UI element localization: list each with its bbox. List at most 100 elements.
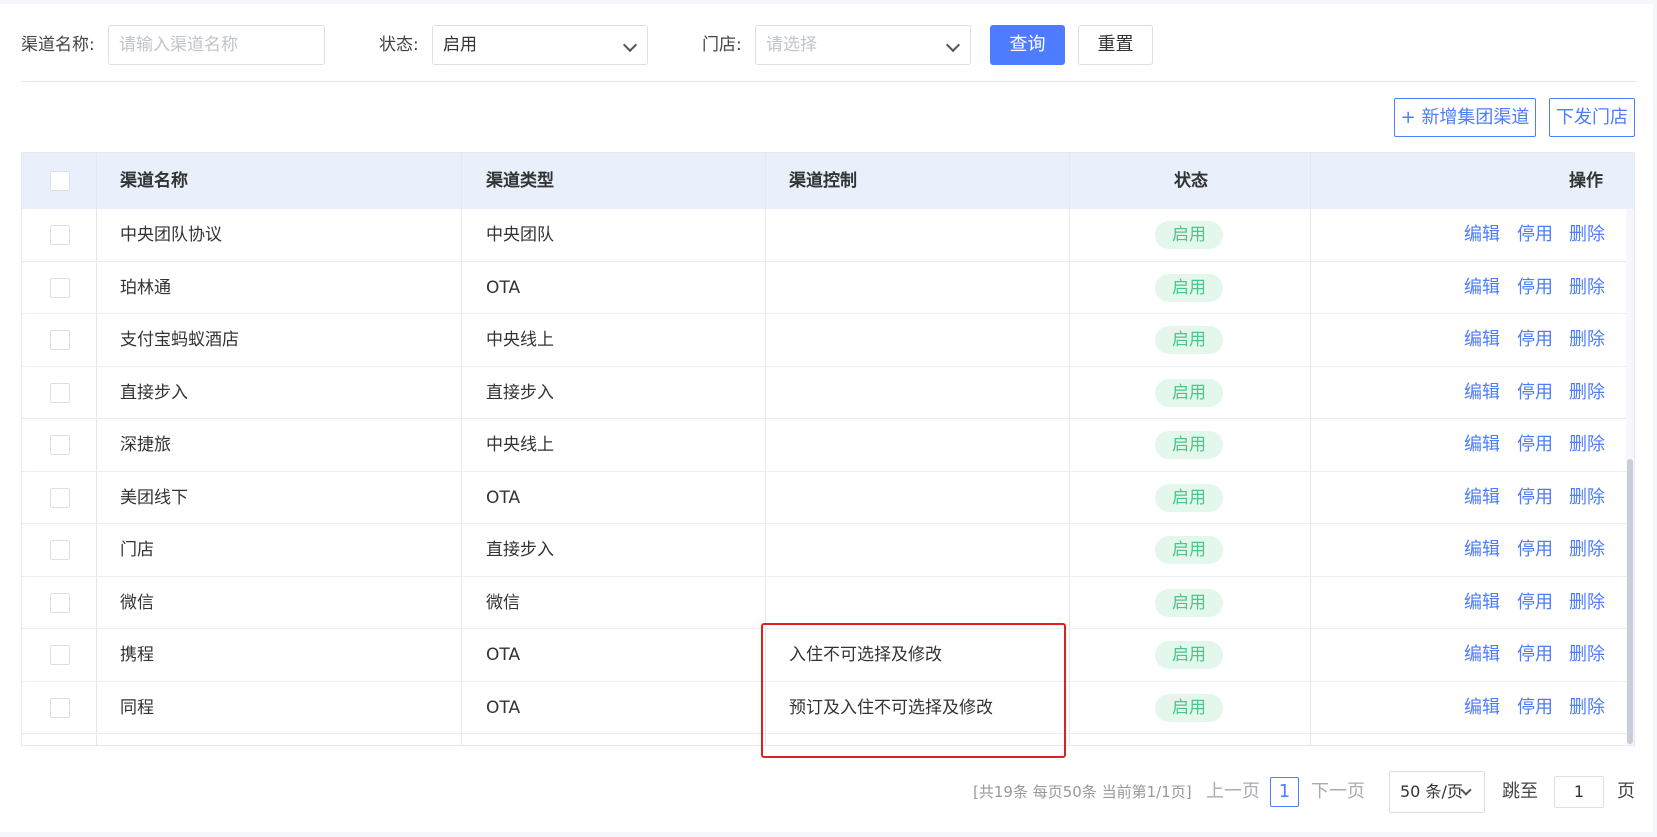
chevron-down-icon (945, 37, 961, 53)
cell-type: 微信 (486, 592, 520, 613)
cell-name: 携程 (120, 645, 154, 665)
delete-link[interactable]: 删除 (1569, 472, 1605, 524)
row-checkbox[interactable] (50, 277, 70, 298)
dispatch-store-button[interactable]: 下发门店 (1549, 98, 1635, 137)
disable-link[interactable]: 停用 (1517, 577, 1553, 629)
table-header: 渠道名称 渠道类型 渠道控制 状态 操作 (22, 153, 1634, 209)
row-checkbox[interactable] (50, 225, 70, 245)
store-select[interactable]: 请选择 (755, 25, 971, 65)
row-checkbox[interactable] (50, 540, 70, 560)
row-checkbox[interactable] (50, 487, 70, 508)
delete-link[interactable]: 删除 (1569, 577, 1605, 629)
edit-link[interactable]: 编辑 (1464, 629, 1500, 681)
delete-link[interactable]: 删除 (1569, 367, 1605, 419)
disable-link[interactable]: 停用 (1517, 524, 1553, 576)
cell-name: 中央团队协议 (120, 225, 222, 245)
header-control: 渠道控制 (789, 171, 857, 191)
page-size-select[interactable]: 50 条/页 (1389, 771, 1485, 813)
row-checkbox[interactable] (50, 330, 70, 350)
next-page-button[interactable]: 下一页 (1311, 775, 1365, 809)
prev-page-button[interactable]: 上一页 (1206, 775, 1260, 809)
status-badge: 启用 (1155, 588, 1223, 617)
row-checkbox[interactable] (50, 592, 70, 613)
status-select-value: 启用 (443, 35, 477, 55)
add-group-channel-button[interactable]: + 新增集团渠道 (1394, 98, 1536, 137)
edit-link[interactable]: 编辑 (1464, 262, 1500, 314)
pagination-info: [共19条 每页50条 当前第1/1页] (973, 783, 1192, 801)
disable-link[interactable]: 停用 (1517, 419, 1553, 471)
delete-link[interactable]: 删除 (1569, 629, 1605, 681)
edit-link[interactable]: 编辑 (1464, 682, 1500, 734)
disable-link[interactable]: 停用 (1517, 314, 1553, 366)
channel-name-input[interactable]: 请输入渠道名称 (108, 25, 325, 65)
jump-page-input[interactable]: 1 (1554, 776, 1604, 808)
disable-link[interactable]: 停用 (1517, 629, 1553, 681)
edit-link[interactable]: 编辑 (1464, 472, 1500, 524)
cell-type: 直接步入 (486, 540, 554, 560)
disable-link[interactable]: 停用 (1517, 209, 1553, 261)
table-scrollbar[interactable] (1626, 209, 1634, 745)
status-select[interactable]: 启用 (432, 25, 648, 65)
current-page[interactable]: 1 (1270, 777, 1299, 807)
scrollbar-thumb[interactable] (1627, 459, 1633, 744)
edit-link[interactable]: 编辑 (1464, 524, 1500, 576)
row-checkbox[interactable] (50, 435, 70, 455)
header-type: 渠道类型 (486, 171, 554, 191)
page-size-value: 50 条/页 (1400, 782, 1463, 801)
table-row: 美团线下 OTA 启用 编辑 停用 删除 (22, 472, 1627, 524)
cell-type: 中央线上 (486, 435, 554, 455)
cell-control: 入住不可选择及修改 (789, 645, 942, 665)
cell-type: OTA (486, 697, 521, 718)
row-checkbox[interactable] (50, 645, 70, 665)
table-row: 珀林通 OTA 启用 编辑 停用 删除 (22, 262, 1627, 314)
disable-link[interactable]: 停用 (1517, 472, 1553, 524)
select-all-checkbox[interactable] (50, 171, 70, 191)
disable-link[interactable]: 停用 (1517, 262, 1553, 314)
status-badge: 启用 (1155, 483, 1223, 512)
reset-button[interactable]: 重置 (1078, 25, 1153, 65)
cell-control: 预订及入住不可选择及修改 (789, 697, 993, 718)
table-row: 携程 OTA 入住不可选择及修改 启用 编辑 停用 删除 (22, 629, 1627, 682)
row-checkbox[interactable] (50, 382, 70, 403)
status-badge: 启用 (1155, 536, 1223, 564)
status-badge: 启用 (1155, 273, 1223, 302)
cell-name: 珀林通 (120, 277, 171, 298)
status-badge: 启用 (1155, 378, 1223, 407)
channel-table: 渠道名称 渠道类型 渠道控制 状态 操作 中央团队协议 中央团队 启用 编辑 停用 删除珀… (21, 152, 1635, 746)
cell-name: 门店 (120, 540, 154, 560)
status-badge: 启用 (1155, 641, 1223, 669)
delete-link[interactable]: 删除 (1569, 314, 1605, 366)
store-label: 门店: (702, 35, 742, 55)
disable-link[interactable]: 停用 (1517, 682, 1553, 734)
jump-label: 跳至 (1502, 781, 1538, 802)
table-row: 中央团队协议 中央团队 启用 编辑 停用 删除 (22, 209, 1627, 262)
status-badge: 启用 (1155, 693, 1223, 722)
cell-name: 微信 (120, 592, 154, 613)
status-badge: 启用 (1155, 431, 1223, 459)
delete-link[interactable]: 删除 (1569, 524, 1605, 576)
edit-link[interactable]: 编辑 (1464, 314, 1500, 366)
delete-link[interactable]: 删除 (1569, 419, 1605, 471)
edit-link[interactable]: 编辑 (1464, 419, 1500, 471)
cell-name: 直接步入 (120, 382, 188, 403)
cell-type: OTA (486, 487, 521, 508)
cell-type: 中央线上 (486, 330, 554, 350)
edit-link[interactable]: 编辑 (1464, 577, 1500, 629)
cell-type: OTA (486, 645, 521, 665)
status-badge: 启用 (1155, 221, 1223, 249)
edit-link[interactable]: 编辑 (1464, 367, 1500, 419)
disable-link[interactable]: 停用 (1517, 367, 1553, 419)
delete-link[interactable]: 删除 (1569, 262, 1605, 314)
delete-link[interactable]: 删除 (1569, 209, 1605, 261)
cell-name: 美团线下 (120, 487, 188, 508)
cell-name: 同程 (120, 697, 154, 718)
table-row: 支付宝蚂蚁酒店 中央线上 启用 编辑 停用 删除 (22, 314, 1627, 367)
edit-link[interactable]: 编辑 (1464, 209, 1500, 261)
row-checkbox[interactable] (50, 697, 70, 718)
page-suffix: 页 (1617, 781, 1635, 802)
cell-name: 支付宝蚂蚁酒店 (120, 330, 239, 350)
delete-link[interactable]: 删除 (1569, 682, 1605, 734)
cell-type: 中央团队 (486, 225, 554, 245)
table-row: 深捷旅 中央线上 启用 编辑 停用 删除 (22, 419, 1627, 472)
query-button[interactable]: 查询 (990, 25, 1065, 65)
